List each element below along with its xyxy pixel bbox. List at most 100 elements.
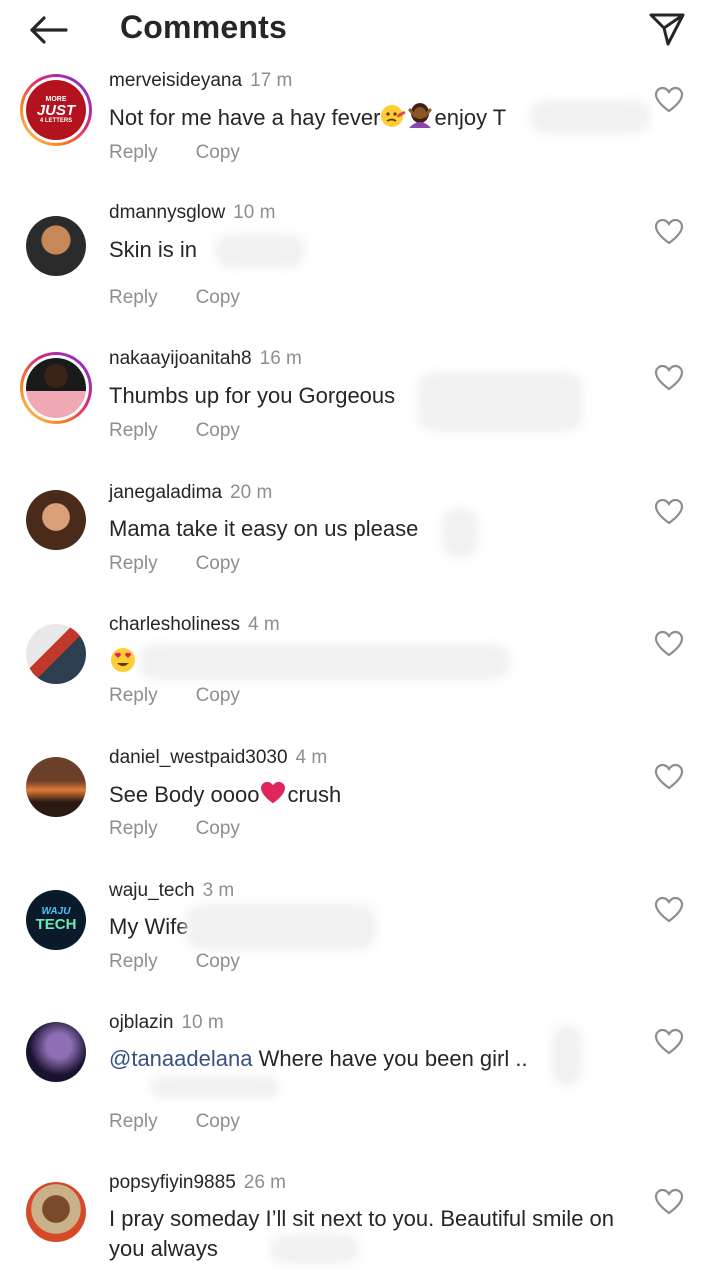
copy-button[interactable]: Copy [196, 1111, 240, 1132]
like-button[interactable] [652, 894, 686, 926]
reply-button[interactable]: Reply [109, 685, 158, 706]
reply-button[interactable]: Reply [109, 818, 158, 839]
comment-text: Not for me have a hay fever enjoy T [109, 102, 506, 136]
comment-item: daniel_westpaid3030 4 m See Body oooo crus… [0, 725, 720, 858]
username[interactable]: daniel_westpaid3030 [109, 747, 288, 768]
comment-meta: popsyfiyin9885 26 m [109, 1172, 286, 1194]
comment-meta: dmannysglow 10 m [109, 202, 275, 224]
heart-icon [654, 1188, 684, 1215]
avatar-frame[interactable] [20, 1016, 92, 1088]
like-button[interactable] [652, 761, 686, 793]
heart-icon [654, 896, 684, 923]
avatar-frame[interactable] [20, 618, 92, 690]
avatar [26, 757, 86, 817]
paper-plane-icon [649, 13, 685, 46]
comment-text: See Body oooo crush [109, 780, 341, 813]
timestamp: 4 m [295, 747, 328, 768]
blurred-region [140, 644, 510, 680]
reply-button[interactable]: Reply [109, 142, 158, 163]
heart-icon [654, 86, 684, 113]
like-button[interactable] [652, 628, 686, 660]
avatar [26, 216, 86, 276]
avatar [26, 490, 86, 550]
username[interactable]: merveisideyana [109, 70, 242, 91]
username[interactable]: charlesholiness [109, 614, 240, 635]
avatar-frame[interactable]: WAJU TECH [20, 884, 92, 956]
blurred-region [150, 1076, 280, 1098]
copy-button[interactable]: Copy [196, 287, 240, 308]
reply-button[interactable]: Reply [109, 951, 158, 972]
like-button[interactable] [652, 1186, 686, 1218]
woman-gesturing-emoji-icon [406, 102, 434, 136]
heart-eyes-emoji-icon [109, 647, 137, 681]
heart-icon [654, 364, 684, 391]
comment-actions: Reply Copy [109, 420, 240, 442]
copy-button[interactable]: Copy [196, 553, 240, 574]
blurred-region [215, 234, 305, 268]
comment-meta: janegaladima 20 m [109, 482, 272, 504]
header: Comments [0, 0, 720, 62]
like-button[interactable] [652, 216, 686, 248]
avatar-frame[interactable] [20, 210, 92, 282]
username[interactable]: dmannysglow [109, 202, 225, 223]
timestamp: 20 m [230, 482, 273, 503]
avatar: MORE JUST 4 LETTERS [26, 80, 86, 140]
username[interactable]: janegaladima [109, 482, 222, 503]
reply-button[interactable]: Reply [109, 1111, 158, 1132]
comment-meta: nakaayijoanitah8 16 m [109, 348, 302, 370]
heart-icon [654, 763, 684, 790]
heart-icon [654, 218, 684, 245]
reply-button[interactable]: Reply [109, 287, 158, 308]
heart-icon [654, 1028, 684, 1055]
copy-button[interactable]: Copy [196, 685, 240, 706]
arrow-left-icon [30, 16, 68, 44]
comment-item: WAJU TECH waju_tech 3 m My Wife Reply Copy [0, 858, 720, 990]
avatar-story-ring[interactable]: MORE JUST 4 LETTERS [20, 74, 92, 146]
like-button[interactable] [652, 1026, 686, 1058]
comment-meta: charlesholiness 4 m [109, 614, 280, 636]
comment-item: ojblazin 10 m @tanaadelana Where have you… [0, 990, 720, 1150]
heart-icon [654, 498, 684, 525]
avatar-story-ring[interactable] [20, 352, 92, 424]
mention-link[interactable]: @tanaadelana [109, 1046, 252, 1071]
avatar-frame[interactable] [20, 1176, 92, 1248]
timestamp: 10 m [181, 1012, 224, 1033]
username[interactable]: ojblazin [109, 1012, 173, 1033]
comment-actions: Reply Copy [109, 142, 240, 164]
copy-button[interactable]: Copy [196, 951, 240, 972]
like-button[interactable] [652, 362, 686, 394]
comment-meta: merveisideyana 17 m [109, 70, 292, 92]
comment-item: janegaladima 20 m Mama take it easy on us… [0, 460, 720, 592]
blurred-region [442, 508, 478, 558]
timestamp: 10 m [233, 202, 276, 223]
comment-actions: Reply Copy [109, 287, 240, 309]
avatar [26, 358, 86, 418]
comment-item: nakaayijoanitah8 16 m Thumbs up for you G… [0, 326, 720, 460]
reply-button[interactable]: Reply [109, 420, 158, 441]
like-button[interactable] [652, 496, 686, 528]
avatar: WAJU TECH [26, 890, 86, 950]
copy-button[interactable]: Copy [196, 142, 240, 163]
username[interactable]: nakaayijoanitah8 [109, 348, 252, 369]
comment-item: dmannysglow 10 m Skin is in Reply Copy [0, 190, 720, 326]
comment-meta: ojblazin 10 m [109, 1012, 224, 1034]
username[interactable]: waju_tech [109, 880, 195, 901]
copy-button[interactable]: Copy [196, 420, 240, 441]
copy-button[interactable]: Copy [196, 818, 240, 839]
comment-item: popsyfiyin9885 26 m I pray someday I’ll s… [0, 1150, 720, 1270]
username[interactable]: popsyfiyin9885 [109, 1172, 236, 1193]
comment-text: My Wife [109, 914, 189, 939]
comment-item: MORE JUST 4 LETTERS merveisideyana 17 m N… [0, 62, 720, 190]
page-title: Comments [120, 9, 287, 45]
comment-meta: daniel_westpaid3030 4 m [109, 747, 327, 769]
back-button[interactable] [22, 8, 74, 52]
avatar-frame[interactable] [20, 751, 92, 823]
blurred-region [552, 1024, 582, 1086]
share-button[interactable] [642, 6, 692, 52]
comment-actions: Reply Copy [109, 1111, 240, 1133]
reply-button[interactable]: Reply [109, 553, 158, 574]
like-button[interactable] [652, 84, 686, 116]
timestamp: 16 m [259, 348, 302, 369]
comment-item: charlesholiness 4 m Reply Copy [0, 592, 720, 725]
avatar-frame[interactable] [20, 484, 92, 556]
